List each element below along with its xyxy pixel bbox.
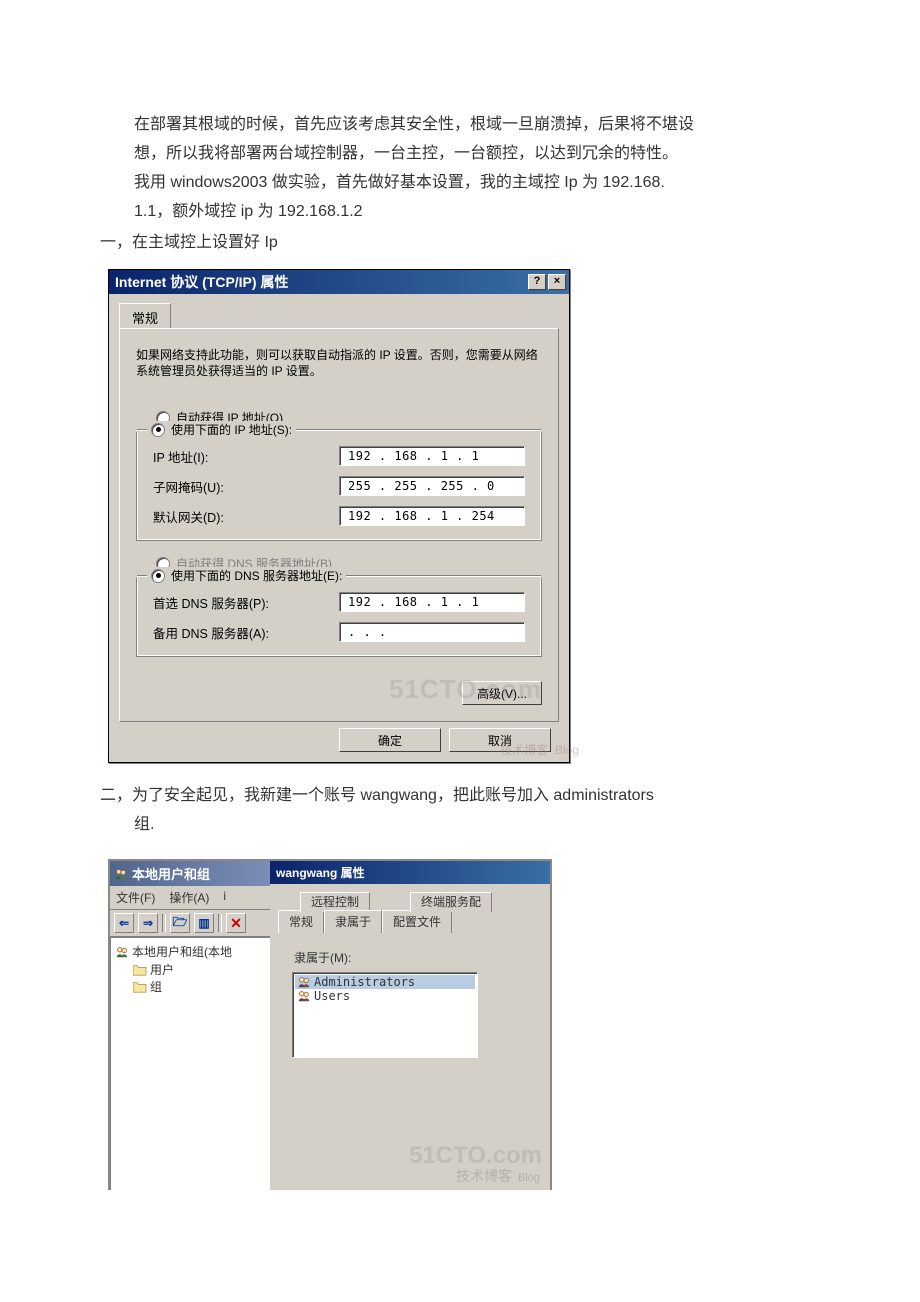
label-default-gateway: 默认网关(D):: [153, 507, 339, 526]
label-subnet-mask: 子网掩码(U):: [153, 477, 339, 496]
advanced-button[interactable]: 高级(V)...: [462, 681, 542, 705]
watermark-sub: 技术博客Blog: [456, 1166, 540, 1186]
cancel-button[interactable]: 取消: [449, 728, 551, 752]
ok-button[interactable]: 确定: [339, 728, 441, 752]
intro-line3: 我用 windows2003 做实验，首先做好基本设置，我的主域控 Ip 为 1…: [100, 168, 820, 197]
group-icon: [297, 990, 311, 1002]
users-groups-screenshot: 本地用户和组 文件(F) 操作(A) i ⇐ ⇒ 🗁 ▥ ✕ 本地用户和组(本地: [108, 859, 820, 1190]
ip-groupbox: 使用下面的 IP 地址(S): IP 地址(I): 192 . 168 . 1 …: [136, 432, 542, 541]
back-icon[interactable]: ⇐: [114, 913, 134, 933]
mmc-toolbar: ⇐ ⇒ 🗁 ▥ ✕: [110, 910, 270, 937]
description-text: 如果网络支持此功能，则可以获取自动指派的 IP 设置。否则，您需要从网络系统管理…: [136, 347, 542, 379]
menu-action[interactable]: 操作(A): [169, 889, 209, 906]
folder-icon: [133, 981, 147, 993]
label-ip-address: IP 地址(I):: [153, 447, 339, 466]
tab-profile[interactable]: 配置文件: [382, 910, 452, 933]
tab-general[interactable]: 常规: [119, 303, 171, 329]
input-default-gateway[interactable]: 192 . 168 . 1 . 254: [339, 506, 525, 526]
list-item-users[interactable]: Users: [295, 989, 475, 1003]
toolbar-separator: [162, 914, 166, 932]
tree-root[interactable]: 本地用户和组(本地: [115, 942, 266, 961]
prop-tabstrip: 远程控制 终端服务配 常规 隶属于 配置文件: [278, 890, 542, 933]
tab-remote-control[interactable]: 远程控制: [300, 892, 370, 912]
memberof-label: 隶属于(M):: [294, 949, 542, 966]
radio-selected-icon: [151, 423, 165, 437]
tcpip-properties-dialog: Internet 协议 (TCP/IP) 属性 ? × 常规 如果网络支持此功能…: [108, 269, 570, 763]
mmc-tree: 本地用户和组(本地 用户 组: [110, 937, 270, 1190]
label-alternate-dns: 备用 DNS 服务器(A):: [153, 623, 339, 642]
intro-line1: 在部署其根域的时候，首先应该考虑其安全性，根域一旦崩溃掉，后果将不堪设: [100, 110, 820, 139]
tree-groups[interactable]: 组: [115, 978, 266, 995]
section-1-heading: 一，在主域控上设置好 Ip: [100, 228, 820, 257]
input-alternate-dns[interactable]: . . .: [339, 622, 525, 642]
dialog-title: Internet 协议 (TCP/IP) 属性: [115, 272, 288, 292]
tree-users[interactable]: 用户: [115, 961, 266, 978]
delete-icon[interactable]: ✕: [226, 913, 246, 933]
up-folder-icon[interactable]: 🗁: [170, 913, 190, 933]
toolbar-separator: [218, 914, 222, 932]
input-preferred-dns[interactable]: 192 . 168 . 1 . 1: [339, 592, 525, 612]
radio-use-ip[interactable]: 使用下面的 IP 地址(S):: [147, 421, 296, 438]
users-icon: [114, 868, 128, 880]
properties-icon[interactable]: ▥: [194, 913, 214, 933]
intro-line2: 想，所以我将部署两台域控制器，一台主控，一台额控，以达到冗余的特性。: [100, 139, 820, 168]
prop-dialog-title: wangwang 属性: [270, 861, 550, 884]
mmc-menubar: 文件(F) 操作(A) i: [110, 886, 270, 910]
label-preferred-dns: 首选 DNS 服务器(P):: [153, 593, 339, 612]
users-group-icon: [115, 946, 129, 958]
close-button[interactable]: ×: [548, 274, 566, 290]
input-ip-address[interactable]: 192 . 168 . 1 . 1: [339, 446, 525, 466]
list-item-administrators[interactable]: Administrators: [295, 975, 475, 989]
memberof-listbox[interactable]: Administrators Users: [292, 972, 478, 1058]
mmc-console: 本地用户和组 文件(F) 操作(A) i ⇐ ⇒ 🗁 ▥ ✕ 本地用户和组(本地: [108, 859, 270, 1190]
mmc-titlebar: 本地用户和组: [110, 861, 270, 886]
user-properties-dialog: wangwang 属性 远程控制 终端服务配 常规 隶属于 配置文件 隶属于(M…: [270, 859, 552, 1190]
intro-line4: 1.1，额外域控 ip 为 192.168.1.2: [100, 197, 820, 226]
group-icon: [297, 976, 311, 988]
folder-icon: [133, 964, 147, 976]
menu-file[interactable]: 文件(F): [116, 889, 155, 906]
help-button[interactable]: ?: [528, 274, 546, 290]
dialog-titlebar: Internet 协议 (TCP/IP) 属性 ? ×: [109, 270, 569, 294]
tab-memberof[interactable]: 隶属于: [324, 910, 382, 933]
tab-general[interactable]: 常规: [278, 910, 324, 933]
tab-terminal-services[interactable]: 终端服务配: [410, 892, 492, 912]
input-subnet-mask[interactable]: 255 . 255 . 255 . 0: [339, 476, 525, 496]
radio-use-dns[interactable]: 使用下面的 DNS 服务器地址(E):: [147, 567, 346, 584]
forward-icon[interactable]: ⇒: [138, 913, 158, 933]
watermark-brand: 51CTO.com: [409, 1142, 542, 1170]
section-2-heading-a: 二，为了安全起见，我新建一个账号 wangwang，把此账号加入 adminis…: [100, 781, 820, 810]
section-2-heading-b: 组.: [100, 810, 820, 839]
radio-selected-icon: [151, 569, 165, 583]
dns-groupbox: 使用下面的 DNS 服务器地址(E): 首选 DNS 服务器(P): 192 .…: [136, 578, 542, 657]
